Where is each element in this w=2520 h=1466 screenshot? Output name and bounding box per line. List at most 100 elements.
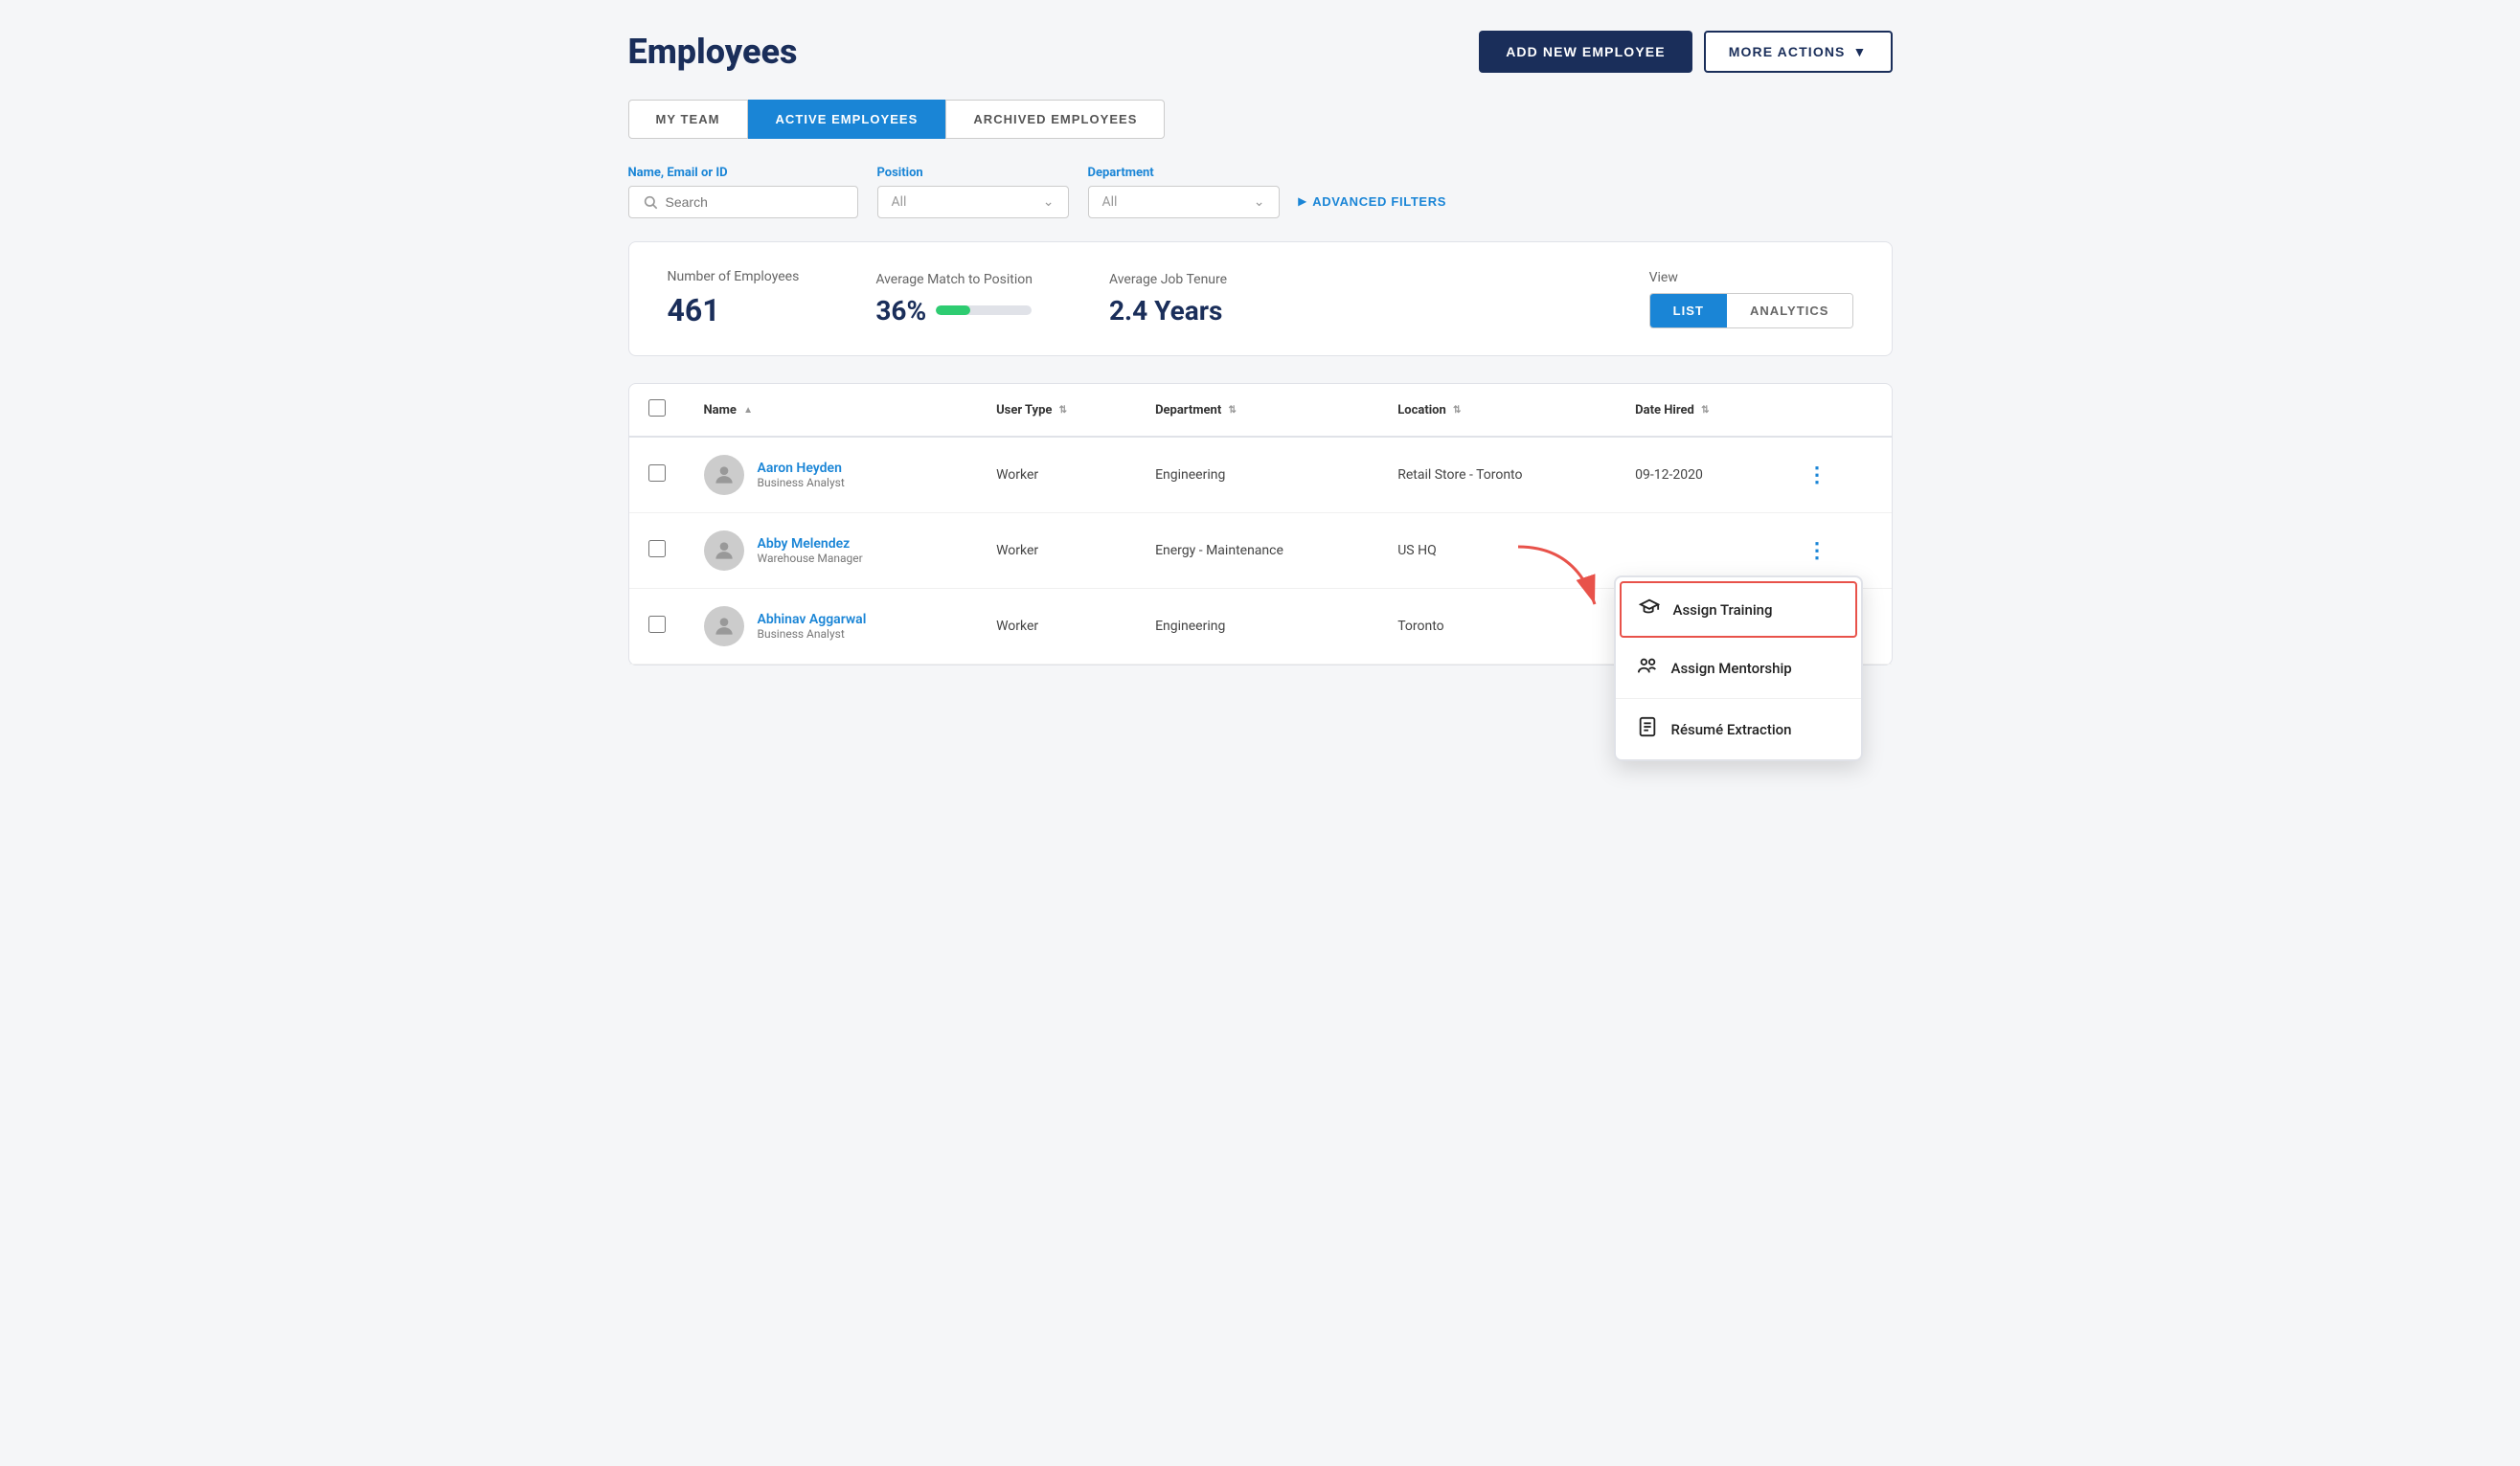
- sort-icon-department: ⇅: [1228, 405, 1236, 416]
- header-buttons: ADD NEW EMPLOYEE MORE ACTIONS ▼: [1479, 31, 1892, 73]
- filters-row: Name, Email or ID Position All ⌄ Departm…: [628, 166, 1893, 218]
- col-header-actions: [1780, 384, 1892, 437]
- add-employee-button[interactable]: ADD NEW EMPLOYEE: [1479, 31, 1692, 73]
- row-actions-button[interactable]: ⋮: [1799, 534, 1837, 567]
- context-menu-item-assign-mentorship[interactable]: Assign Mentorship: [1616, 638, 1861, 699]
- user-type-cell: Worker: [977, 437, 1136, 513]
- chevron-down-icon: ⌄: [1254, 194, 1265, 210]
- employee-count-value: 461: [668, 292, 800, 328]
- user-type-cell: Worker: [977, 513, 1136, 589]
- context-menu-item-assign-training[interactable]: Assign Training: [1620, 581, 1857, 638]
- col-header-user-type[interactable]: User Type ⇅: [977, 384, 1136, 437]
- employee-name[interactable]: Abby Melendez: [758, 536, 863, 552]
- match-value: 36%: [875, 295, 926, 327]
- row-checkbox-cell: [629, 513, 685, 589]
- location-cell: US HQ: [1378, 513, 1616, 589]
- position-select[interactable]: All ⌄: [877, 186, 1069, 218]
- view-label: View: [1649, 270, 1853, 285]
- row-actions-button[interactable]: ⋮: [1799, 459, 1837, 491]
- position-filter-group: Position All ⌄: [877, 166, 1069, 218]
- employee-name[interactable]: Abhinav Aggarwal: [758, 612, 867, 627]
- department-select[interactable]: All ⌄: [1088, 186, 1280, 218]
- chevron-right-icon: ▸: [1299, 192, 1307, 211]
- name-filter-group: Name, Email or ID: [628, 166, 858, 218]
- analytics-view-button[interactable]: ANALYTICS: [1727, 294, 1852, 327]
- assign-training-label: Assign Training: [1673, 601, 1773, 619]
- select-all-checkbox[interactable]: [648, 399, 666, 417]
- select-all-cell: [629, 384, 685, 437]
- search-input[interactable]: [666, 194, 844, 210]
- more-actions-button[interactable]: MORE ACTIONS ▼: [1704, 31, 1893, 73]
- assign-mentorship-label: Assign Mentorship: [1671, 660, 1792, 677]
- sort-icon-date-hired: ⇅: [1701, 405, 1709, 416]
- department-cell: Energy - Maintenance: [1136, 513, 1378, 589]
- avatar: [704, 530, 744, 571]
- sort-icon-location: ⇅: [1453, 405, 1461, 416]
- table-header-row: Name ▲ User Type ⇅ Department ⇅ Location…: [629, 384, 1892, 437]
- tab-my-team[interactable]: MY TEAM: [628, 100, 748, 139]
- tab-active-employees[interactable]: ACTIVE EMPLOYEES: [748, 100, 946, 139]
- mentorship-icon: [1637, 655, 1658, 681]
- row-actions-cell: ⋮: [1780, 437, 1892, 513]
- match-label: Average Match to Position: [875, 272, 1033, 287]
- department-cell: Engineering: [1136, 437, 1378, 513]
- page-title: Employees: [628, 32, 798, 72]
- employee-title: Business Analyst: [758, 476, 845, 489]
- chevron-down-icon: ▼: [1853, 44, 1868, 59]
- tabs-container: MY TEAM ACTIVE EMPLOYEES ARCHIVED EMPLOY…: [628, 100, 1893, 139]
- employees-table-container: Name ▲ User Type ⇅ Department ⇅ Location…: [628, 383, 1893, 665]
- view-toggle: LIST ANALYTICS: [1649, 293, 1853, 328]
- row-checkbox[interactable]: [648, 464, 666, 482]
- sort-icon-name: ▲: [743, 405, 753, 416]
- location-cell: Toronto: [1378, 589, 1616, 665]
- tenure-value: 2.4 Years: [1109, 295, 1227, 327]
- list-view-button[interactable]: LIST: [1650, 294, 1727, 327]
- date-hired-cell: 09-12-2020: [1616, 437, 1780, 513]
- row-checkbox[interactable]: [648, 616, 666, 633]
- page-header: Employees ADD NEW EMPLOYEE MORE ACTIONS …: [628, 31, 1893, 73]
- avatar: [704, 455, 744, 495]
- graduation-icon: [1639, 597, 1660, 622]
- employee-count-stat: Number of Employees 461: [668, 269, 800, 328]
- employee-name[interactable]: Aaron Heyden: [758, 461, 845, 476]
- match-progress-fill: [936, 305, 970, 315]
- tab-archived-employees[interactable]: ARCHIVED EMPLOYEES: [945, 100, 1165, 139]
- tenure-label: Average Job Tenure: [1109, 272, 1227, 287]
- employee-count-label: Number of Employees: [668, 269, 800, 284]
- context-menu: Assign Training Assign Mentorship: [1614, 575, 1863, 761]
- view-toggle-group: View LIST ANALYTICS: [1649, 270, 1853, 328]
- match-stat: Average Match to Position 36%: [875, 272, 1033, 327]
- user-type-cell: Worker: [977, 589, 1136, 665]
- stats-card: Number of Employees 461 Average Match to…: [628, 241, 1893, 356]
- table-row: Aaron Heyden Business Analyst Worker Eng…: [629, 437, 1892, 513]
- name-search-wrapper: [628, 186, 858, 218]
- avatar: [704, 606, 744, 646]
- employee-name-cell: Aaron Heyden Business Analyst: [685, 437, 978, 513]
- row-checkbox[interactable]: [648, 540, 666, 557]
- department-cell: Engineering: [1136, 589, 1378, 665]
- employee-name-cell: Abby Melendez Warehouse Manager: [685, 513, 978, 589]
- employee-name-cell: Abhinav Aggarwal Business Analyst: [685, 589, 978, 665]
- advanced-filters-button[interactable]: ▸ ADVANCED FILTERS: [1299, 192, 1447, 218]
- match-progress-bar: [936, 305, 1032, 315]
- context-menu-item-resume-extraction[interactable]: Résumé Extraction: [1616, 699, 1861, 759]
- employee-title: Business Analyst: [758, 627, 867, 641]
- resume-extraction-label: Résumé Extraction: [1671, 721, 1792, 738]
- search-icon: [643, 194, 658, 210]
- sort-icon-user-type: ⇅: [1059, 405, 1067, 416]
- col-header-date-hired[interactable]: Date Hired ⇅: [1616, 384, 1780, 437]
- employee-title: Warehouse Manager: [758, 552, 863, 565]
- col-header-name[interactable]: Name ▲: [685, 384, 978, 437]
- document-icon: [1637, 716, 1658, 742]
- row-checkbox-cell: [629, 437, 685, 513]
- col-header-department[interactable]: Department ⇅: [1136, 384, 1378, 437]
- tenure-stat: Average Job Tenure 2.4 Years: [1109, 272, 1227, 327]
- position-filter-label: Position: [877, 166, 1069, 180]
- chevron-down-icon: ⌄: [1043, 194, 1055, 210]
- department-filter-group: Department All ⌄: [1088, 166, 1280, 218]
- name-filter-label: Name, Email or ID: [628, 166, 858, 180]
- department-filter-label: Department: [1088, 166, 1280, 180]
- col-header-location[interactable]: Location ⇅: [1378, 384, 1616, 437]
- location-cell: Retail Store - Toronto: [1378, 437, 1616, 513]
- row-checkbox-cell: [629, 589, 685, 665]
